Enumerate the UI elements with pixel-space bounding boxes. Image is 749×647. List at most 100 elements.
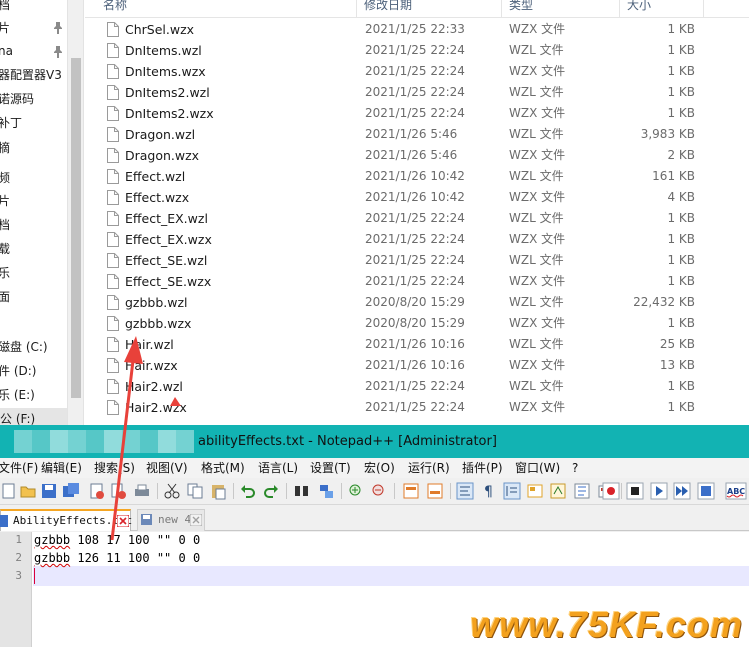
tab-new-4[interactable]: new 4 xyxy=(137,509,205,531)
column-header-date[interactable]: 修改日期 xyxy=(357,0,502,18)
indent-guide-icon[interactable] xyxy=(503,482,521,500)
file-row[interactable]: Hair.wzx 2021/1/26 10:16 WZX 文件 13 KB xyxy=(85,355,749,376)
sync-vertical-icon[interactable] xyxy=(402,482,420,500)
file-row[interactable]: Dragon.wzx 2021/1/26 5:46 WZX 文件 2 KB xyxy=(85,145,749,166)
find-icon[interactable] xyxy=(293,482,311,500)
file-row[interactable]: Effect_SE.wzl 2021/1/25 22:24 WZL 文件 1 KB xyxy=(85,250,749,271)
run-macro-multiple-icon[interactable] xyxy=(673,482,691,500)
file-row[interactable]: DnItems.wzl 2021/1/25 22:24 WZL 文件 1 KB xyxy=(85,40,749,61)
user-defined-language-icon[interactable] xyxy=(526,482,544,500)
function-list-icon[interactable] xyxy=(573,482,591,500)
pin-icon[interactable] xyxy=(53,22,63,34)
menu-help[interactable]: ? xyxy=(572,458,578,478)
open-file-icon[interactable] xyxy=(19,482,37,500)
nav-item[interactable]: 档 xyxy=(0,214,10,236)
nav-item[interactable]: 补丁 xyxy=(0,112,22,134)
replace-icon[interactable] xyxy=(317,482,335,500)
tab-abilityeffects[interactable]: AbilityEffects.txt xyxy=(0,509,132,531)
new-file-icon[interactable] xyxy=(0,482,18,500)
code-line[interactable]: gzbbb 126 11 100 "" 0 0 xyxy=(34,548,200,568)
menu-plugins[interactable]: 插件(P) xyxy=(462,458,503,478)
file-row[interactable]: Effect_EX.wzl 2021/1/25 22:24 WZL 文件 1 KB xyxy=(85,208,749,229)
file-row[interactable]: gzbbb.wzx 2020/8/20 15:29 WZX 文件 1 KB xyxy=(85,313,749,334)
menu-language[interactable]: 语言(L) xyxy=(258,458,298,478)
file-name: DnItems.wzx xyxy=(125,64,206,79)
menu-format[interactable]: 格式(M) xyxy=(201,458,245,478)
title-bar[interactable]: abilityEffects.txt - Notepad++ [Administ… xyxy=(0,425,749,458)
menu-run[interactable]: 运行(R) xyxy=(408,458,450,478)
code-line[interactable]: gzbbb 108 17 100 "" 0 0 xyxy=(34,530,200,550)
nav-item-drive-d[interactable]: 件 (D:) xyxy=(0,360,36,382)
file-row[interactable]: Hair.wzl 2021/1/26 10:16 WZL 文件 25 KB xyxy=(85,334,749,355)
column-header-type[interactable]: 类型 xyxy=(502,0,620,18)
file-row[interactable]: Effect_SE.wzx 2021/1/25 22:24 WZX 文件 1 KB xyxy=(85,271,749,292)
nav-item[interactable]: 载 xyxy=(0,238,10,260)
file-name: gzbbb.wzx xyxy=(125,316,192,331)
paste-icon[interactable] xyxy=(209,482,227,500)
file-row[interactable]: gzbbb.wzl 2020/8/20 15:29 WZL 文件 22,432 KB xyxy=(85,292,749,313)
nav-item[interactable]: 档 xyxy=(0,0,10,16)
file-row[interactable]: Dragon.wzl 2021/1/26 5:46 WZL 文件 3,983 KB xyxy=(85,124,749,145)
cut-icon[interactable] xyxy=(163,482,181,500)
nav-item[interactable]: 面 xyxy=(0,286,10,308)
save-macro-icon[interactable] xyxy=(697,482,715,500)
sync-horizontal-icon[interactable] xyxy=(426,482,444,500)
nav-item[interactable]: 片 xyxy=(0,190,10,212)
menu-window[interactable]: 窗口(W) xyxy=(515,458,560,478)
save-all-icon[interactable] xyxy=(62,482,80,500)
close-all-icon[interactable] xyxy=(110,482,128,500)
pin-icon[interactable] xyxy=(53,46,63,58)
document-map-icon[interactable] xyxy=(549,482,567,500)
file-row[interactable]: Effect.wzx 2021/1/26 10:42 WZX 文件 4 KB xyxy=(85,187,749,208)
nav-item[interactable]: na xyxy=(0,40,13,62)
file-row[interactable]: Effect.wzl 2021/1/26 10:42 WZL 文件 161 KB xyxy=(85,166,749,187)
file-row[interactable]: DnItems.wzx 2021/1/25 22:24 WZX 文件 1 KB xyxy=(85,61,749,82)
print-icon[interactable] xyxy=(133,482,151,500)
column-header-size[interactable]: 大小 xyxy=(620,0,704,18)
svg-text:¶: ¶ xyxy=(484,484,493,500)
menu-view[interactable]: 视图(V) xyxy=(146,458,188,478)
redo-icon[interactable] xyxy=(262,482,280,500)
menu-file[interactable]: 文件(F) xyxy=(0,458,38,478)
nav-item[interactable]: 频 xyxy=(0,167,10,189)
navigation-scrollbar[interactable] xyxy=(67,0,84,425)
nav-item-drive-c[interactable]: 磁盘 (C:) xyxy=(0,336,48,358)
menu-macro[interactable]: 宏(O) xyxy=(364,458,395,478)
zoom-out-icon[interactable] xyxy=(370,482,388,500)
nav-item[interactable]: 摘 xyxy=(0,137,10,159)
nav-item-drive-e[interactable]: 乐 (E:) xyxy=(0,384,35,406)
record-macro-icon[interactable] xyxy=(602,482,620,500)
word-wrap-icon[interactable] xyxy=(456,482,474,500)
file-size: 1 KB xyxy=(667,379,695,393)
file-row[interactable]: Effect_EX.wzx 2021/1/25 22:24 WZX 文件 1 KB xyxy=(85,229,749,250)
file-type: WZL 文件 xyxy=(509,253,564,267)
file-icon xyxy=(107,85,119,100)
file-row[interactable]: DnItems2.wzl 2021/1/25 22:24 WZL 文件 1 KB xyxy=(85,82,749,103)
stop-macro-icon[interactable] xyxy=(626,482,644,500)
file-row[interactable]: Hair2.wzx 2021/1/25 22:24 WZX 文件 1 KB xyxy=(85,397,749,418)
close-tab-icon[interactable] xyxy=(117,515,129,527)
copy-icon[interactable] xyxy=(186,482,204,500)
play-macro-icon[interactable] xyxy=(650,482,668,500)
file-row[interactable]: DnItems2.wzx 2021/1/25 22:24 WZX 文件 1 KB xyxy=(85,103,749,124)
nav-item[interactable]: 片 xyxy=(0,17,10,39)
file-date: 2021/1/25 22:24 xyxy=(365,400,465,414)
file-row[interactable]: ChrSel.wzx 2021/1/25 22:33 WZX 文件 1 KB xyxy=(85,19,749,40)
menu-settings[interactable]: 设置(T) xyxy=(310,458,351,478)
undo-icon[interactable] xyxy=(239,482,257,500)
spell-check-icon[interactable]: ABC xyxy=(725,482,747,500)
nav-item-drive-f[interactable]: 公 (F:) xyxy=(0,408,67,425)
scrollbar-thumb[interactable] xyxy=(71,58,81,398)
menu-search[interactable]: 搜索(S) xyxy=(94,458,135,478)
zoom-in-icon[interactable] xyxy=(347,482,365,500)
close-tab-icon[interactable] xyxy=(190,514,202,526)
save-icon[interactable] xyxy=(40,482,58,500)
nav-item[interactable]: 诺源码 xyxy=(0,88,34,110)
menu-edit[interactable]: 编辑(E) xyxy=(41,458,82,478)
show-all-characters-icon[interactable]: ¶ xyxy=(480,482,498,500)
file-row[interactable]: Hair2.wzl 2021/1/25 22:24 WZL 文件 1 KB xyxy=(85,376,749,397)
close-file-icon[interactable] xyxy=(88,482,106,500)
nav-item[interactable]: 器配置器V3 xyxy=(0,64,62,86)
nav-item[interactable]: 乐 xyxy=(0,262,10,284)
column-header-name[interactable]: 名称 xyxy=(85,0,357,18)
